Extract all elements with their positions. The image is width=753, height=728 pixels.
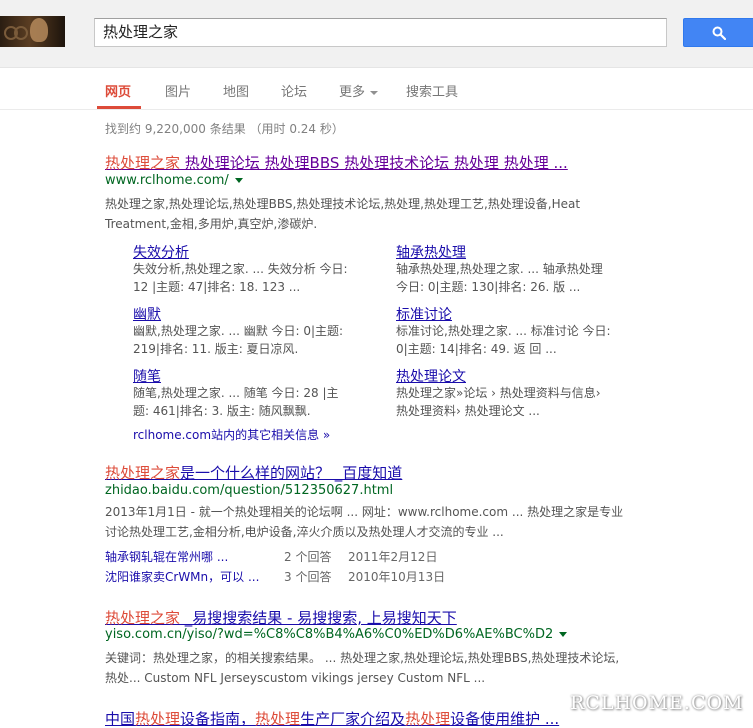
result-2-url[interactable]: zhidao.baidu.com/question/512350627.html: [105, 483, 393, 498]
result-3-url-text: yiso.com.cn/yiso/?wd=%C8%C8%B4%A6%C0%ED%…: [105, 627, 554, 642]
sitelink-3-title[interactable]: 幽默: [133, 304, 161, 324]
watermark: RCLHOME.COM: [570, 692, 744, 714]
qa-count-1: 2 个回答: [284, 550, 332, 564]
result-4-title[interactable]: 中国热处理设备指南，热处理生产厂家介绍及热处理设备使用维护 ...: [105, 708, 559, 728]
result-4-title-part: 中国: [105, 710, 136, 728]
sitelink-1-snippet: 失效分析,热处理之家. ... 失效分析 今日: 12 |主题: 47|排名: …: [133, 262, 348, 294]
sitelink-6-snippet: 热处理之家»论坛 › 热处理资料与信息› 热处理资料› 热处理论文 ...: [396, 386, 601, 418]
qa-question-1[interactable]: 轴承钢轧辊在常州哪 ...: [105, 548, 228, 565]
sitelinks-more-link[interactable]: rclhome.com站内的其它相关信息 »: [133, 426, 330, 443]
sitelink-3-snippet: 幽默,热处理之家. ... 幽默 今日: 0|主题: 219|排名: 11. 版…: [133, 324, 344, 356]
result-3-title-highlight: 热处理之家: [105, 609, 181, 627]
result-3-url[interactable]: yiso.com.cn/yiso/?wd=%C8%C8%B4%A6%C0%ED%…: [105, 627, 568, 642]
result-1-title-highlight: 热处理之家: [105, 154, 181, 172]
tab-images[interactable]: 图片: [165, 81, 191, 100]
sitelink-2-snippet: 轴承热处理,热处理之家. ... 轴承热处理 今日: 0|主题: 130|排名:…: [396, 262, 603, 294]
qa-count-2: 3 个回答: [284, 570, 332, 584]
result-2-snippet: 2013年1月1日 - 就一个热处理相关的论坛啊 ... 网址：www.rclh…: [105, 505, 624, 539]
result-1-url[interactable]: www.rclhome.com/: [105, 173, 243, 188]
top-bar: 热处理之家: [0, 0, 753, 68]
tab-forums[interactable]: 论坛: [281, 81, 307, 100]
sitelink-4-title[interactable]: 标准讨论: [396, 304, 452, 324]
search-tabs: 网页 图片 地图 论坛 更多 搜索工具: [0, 68, 753, 110]
qa-date-2: 2010年10月13日: [348, 570, 446, 584]
qa-date-1: 2011年2月12日: [348, 550, 438, 564]
result-stats: 找到约 9,220,000 条结果 （用时 0.24 秒）: [105, 122, 344, 136]
tab-search-tools[interactable]: 搜索工具: [406, 81, 458, 100]
sitelink-5-title[interactable]: 随笔: [133, 366, 161, 386]
result-3-title-rest: _易搜搜索结果 - 易搜搜索, 上易搜知天下: [180, 609, 457, 627]
sitelink-2-title[interactable]: 轴承热处理: [396, 242, 466, 262]
sitelink-6-title[interactable]: 热处理论文: [396, 366, 466, 386]
chevron-down-icon: [370, 90, 379, 95]
qa-question-2[interactable]: 沈阳谁家卖CrWMn，可以 ...: [105, 568, 259, 585]
active-tab-indicator: [97, 106, 141, 109]
search-input[interactable]: 热处理之家: [94, 18, 667, 47]
tab-more[interactable]: 更多: [339, 81, 379, 100]
tab-more-label: 更多: [339, 85, 366, 100]
sitelink-5-snippet: 随笔,热处理之家. ... 随笔 今日: 28 |主题: 461|排名: 3. …: [133, 386, 339, 418]
result-4-title-part: 设备指南，: [180, 710, 256, 728]
doodle-logo[interactable]: [0, 16, 65, 47]
caret-down-icon[interactable]: [234, 178, 243, 183]
result-1-snippet: 热处理之家,热处理论坛,热处理BBS,热处理技术论坛,热处理,热处理工艺,热处理…: [105, 197, 581, 231]
result-4-title-highlight: 热处理: [405, 710, 451, 728]
result-3-snippet: 关键词：热处理之家，的相关搜索结果。 ... 热处理之家,热处理论坛,热处理BB…: [105, 651, 620, 685]
result-4-title-part: 设备使用维护 ...: [450, 710, 560, 728]
result-2-title-rest: 是一个什么样的网站？ _百度知道: [180, 464, 403, 482]
result-1-title[interactable]: 热处理之家 热处理论坛 热处理BBS 热处理技术论坛 热处理 热处理 ...: [105, 152, 568, 173]
sitelink-1-title[interactable]: 失效分析: [133, 242, 189, 262]
sitelink-4-snippet: 标准讨论,热处理之家. ... 标准讨论 今日: 0|主题: 14|排名: 49…: [396, 324, 611, 356]
result-4-title-highlight: 热处理: [135, 710, 181, 728]
search-button[interactable]: [683, 18, 753, 47]
search-icon: [712, 26, 726, 40]
result-4-title-part: 生产厂家介绍及: [300, 710, 406, 728]
caret-down-icon[interactable]: [559, 632, 568, 637]
tab-maps[interactable]: 地图: [223, 81, 249, 100]
result-1-title-rest: 热处理论坛 热处理BBS 热处理技术论坛 热处理 热处理 ...: [180, 154, 568, 172]
result-4-title-highlight: 热处理: [255, 710, 301, 728]
tab-web[interactable]: 网页: [105, 81, 131, 100]
result-2-title[interactable]: 热处理之家是一个什么样的网站？ _百度知道: [105, 462, 402, 483]
result-1-url-text: www.rclhome.com/: [105, 173, 229, 188]
result-3-title[interactable]: 热处理之家 _易搜搜索结果 - 易搜搜索, 上易搜知天下: [105, 607, 457, 628]
result-2-title-highlight: 热处理之家: [105, 464, 181, 482]
